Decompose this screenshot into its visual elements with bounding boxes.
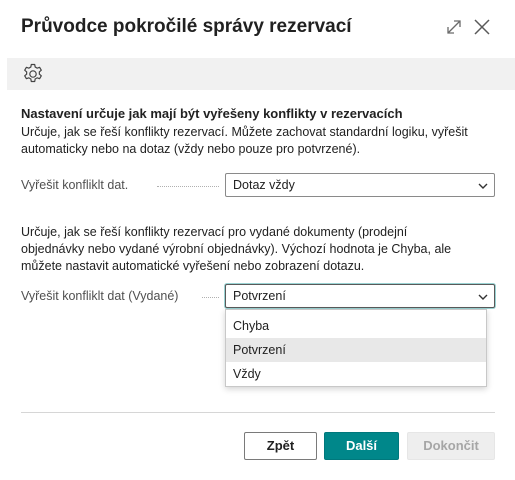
expand-icon[interactable]	[444, 17, 464, 37]
label-leader-dots	[202, 297, 219, 298]
dialog-title: Průvodce pokročilé správy rezervací	[21, 16, 352, 37]
description-line: Určuje, jak se řeší konflikty rezervací …	[21, 225, 408, 239]
dropdown-option-vzdy[interactable]: Vždy	[226, 362, 486, 386]
description-line: automaticky nebo na dotaz (vždy nebo pou…	[21, 142, 361, 156]
wizard-dialog: Průvodce pokročilé správy rezervací Nast…	[0, 0, 515, 480]
select-value: Dotaz vždy	[233, 178, 295, 192]
description-line: Určuje, jak se řeší konflikty rezervací.…	[21, 125, 468, 139]
next-button[interactable]: Další	[324, 432, 399, 460]
chevron-down-icon	[478, 183, 488, 189]
description-line: můžete nastavit automatické vyřešení neb…	[21, 259, 365, 273]
gear-icon[interactable]	[21, 62, 45, 86]
released-conflict-select[interactable]: Potvrzení	[225, 284, 495, 308]
section1-description: Určuje, jak se řeší konflikty rezervací.…	[21, 124, 468, 158]
section2-description: Určuje, jak se řeší konflikty rezervací …	[21, 224, 451, 275]
dropdown-option-chyba[interactable]: Chyba	[226, 314, 486, 338]
finish-button[interactable]: Dokončit	[407, 432, 495, 460]
toolbar	[7, 58, 515, 90]
footer-divider	[21, 412, 495, 413]
select-value: Potvrzení	[233, 289, 286, 303]
conflict-field-label: Vyřešit konfliklt dat.	[21, 178, 129, 192]
back-button[interactable]: Zpět	[244, 432, 317, 460]
conflict-resolution-select[interactable]: Dotaz vždy	[225, 173, 495, 197]
section-heading: Nastavení určuje jak mají být vyřešeny k…	[21, 106, 403, 121]
released-conflict-field-label: Vyřešit konfliklt dat (Vydané)	[21, 289, 179, 303]
close-icon[interactable]	[472, 17, 492, 37]
description-line: objednávky nebo vydané výrobní objednávk…	[21, 242, 452, 256]
chevron-down-icon	[478, 294, 488, 300]
dropdown-option-potvrzeni[interactable]: Potvrzení	[226, 338, 486, 362]
label-leader-dots	[157, 186, 219, 187]
dropdown-listbox: Chyba Potvrzení Vždy	[225, 309, 487, 387]
